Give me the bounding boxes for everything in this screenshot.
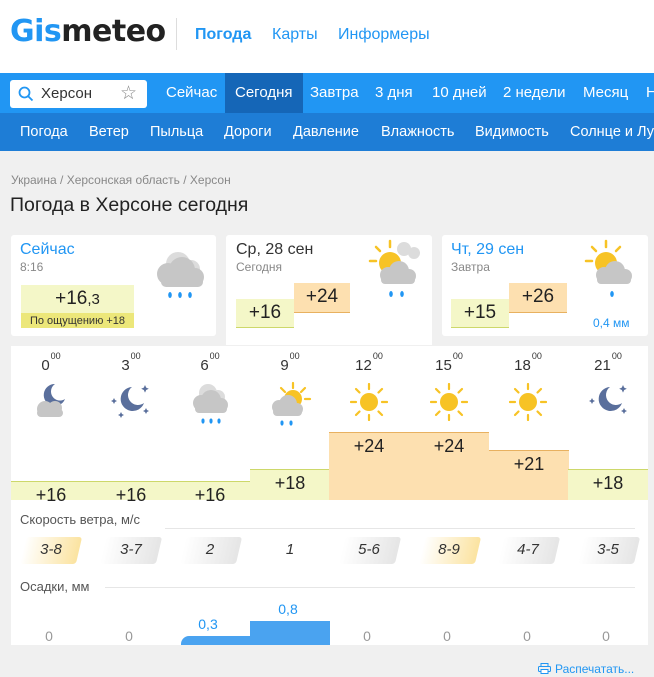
- breadcrumb[interactable]: Украина / Херсонская область / Херсон: [11, 173, 231, 187]
- today-max-temp: +24: [305, 286, 339, 307]
- now-card[interactable]: Сейчас 8:16 +16,3 По ощущению +18: [11, 235, 216, 336]
- tomorrow-subtitle: Завтра: [451, 260, 490, 274]
- tomorrow-min-temp: +15: [463, 302, 497, 323]
- sun-icon: [430, 383, 468, 421]
- tab-roads[interactable]: Дороги: [224, 113, 272, 151]
- temperature-value: +24: [433, 436, 465, 456]
- tab-10-days[interactable]: 10 дней: [422, 73, 497, 113]
- tomorrow-precip: 0,4 мм: [593, 316, 630, 330]
- wind-value: 8-9: [438, 541, 460, 558]
- tomorrow-max-temp: +26: [521, 286, 555, 307]
- tab-weather[interactable]: Погода: [20, 113, 68, 151]
- moon-stars-icon: [111, 385, 149, 418]
- hour-label: 1200: [355, 351, 383, 374]
- temperature-value: +16: [194, 485, 226, 505]
- tab-visibility[interactable]: Видимость: [475, 113, 549, 151]
- moon-stars-icon: [589, 385, 627, 414]
- today-title: Ср, 28 сен: [236, 241, 314, 258]
- precipitation-value: 0: [45, 628, 53, 644]
- precip-divider: [105, 587, 635, 588]
- sun-cloud-rain-icon: [368, 239, 420, 297]
- sun-icon: [509, 383, 547, 421]
- favorite-star-icon[interactable]: ☆: [120, 82, 137, 105]
- wind-speed-label: Скорость ветра, м/с: [20, 512, 140, 527]
- nav-informers-link[interactable]: Информеры: [338, 26, 430, 44]
- wind-value: 2: [205, 541, 215, 558]
- wind-value: 3-8: [40, 541, 62, 558]
- sun-cloud-rain-icon: [272, 381, 312, 426]
- wind-divider: [165, 528, 635, 529]
- hour-label: 1800: [514, 351, 542, 374]
- wind-value: 1: [285, 541, 295, 558]
- tab-sun-moon[interactable]: Солнце и Лу: [570, 113, 654, 151]
- precipitation-bar: [181, 636, 250, 645]
- tab-humidity[interactable]: Влажность: [381, 113, 454, 151]
- hour-label: 600: [200, 351, 220, 374]
- nav-maps-link[interactable]: Карты: [272, 26, 318, 44]
- hour-label: 300: [121, 351, 141, 374]
- temperature-value: +18: [592, 473, 624, 493]
- search-input[interactable]: Херсон: [41, 85, 92, 102]
- site-header: Gismeteo Погода Карты Информеры: [0, 0, 654, 73]
- wind-value: 5-6: [358, 541, 380, 558]
- today-min-temp: +16: [248, 302, 282, 323]
- moon-cloud-icon: [37, 383, 65, 417]
- tab-today[interactable]: Сегодня: [225, 73, 303, 113]
- tab-2-weeks[interactable]: 2 недели: [493, 73, 576, 113]
- wind-value: 3-7: [120, 541, 142, 558]
- rain-cloud-icon: [157, 252, 204, 298]
- precipitation-value: 0: [363, 628, 371, 644]
- tab-pressure[interactable]: Давление: [293, 113, 359, 151]
- tab-more[interactable]: Н: [636, 73, 654, 113]
- tab-pollen[interactable]: Пыльца: [150, 113, 203, 151]
- now-title: Сейчас: [20, 241, 75, 258]
- city-search[interactable]: Херсон ☆: [10, 80, 147, 108]
- precipitation-value: 0: [443, 628, 451, 644]
- precipitation-label: Осадки, мм: [20, 579, 90, 594]
- tomorrow-title: Чт, 29 сен: [451, 241, 525, 258]
- hour-label: 1500: [435, 351, 463, 374]
- header-divider: [176, 18, 177, 50]
- nav-weather-link[interactable]: Погода: [195, 26, 251, 44]
- now-time: 8:16: [20, 260, 44, 274]
- temperature-value: +16: [115, 485, 147, 505]
- page-title: Погода в Херсоне сегодня: [10, 194, 249, 216]
- today-card[interactable]: Ср, 28 сен Сегодня +24 +16: [226, 235, 432, 345]
- temperature-value: +18: [274, 473, 306, 493]
- tab-3-days[interactable]: 3 дня: [365, 73, 423, 113]
- today-subtitle: Сегодня: [236, 260, 282, 274]
- tomorrow-card[interactable]: Чт, 29 сен Завтра +26 +15 0,4 мм: [442, 235, 648, 336]
- sun-cloud-rain-icon: [584, 239, 632, 297]
- printer-icon: [538, 663, 551, 674]
- precipitation-value: 0: [523, 628, 531, 644]
- wind-value: 3-5: [597, 541, 619, 558]
- gismeteo-logo[interactable]: Gismeteo: [10, 14, 166, 49]
- rain-cloud-icon: [193, 384, 228, 424]
- precipitation-bar: [250, 621, 330, 645]
- now-temperature: +16,3: [55, 288, 100, 309]
- print-link[interactable]: Распечатать...: [538, 662, 634, 676]
- temperature-value: +16: [35, 485, 67, 505]
- precipitation-value: 0: [125, 628, 133, 644]
- tab-month[interactable]: Месяц: [573, 73, 638, 113]
- tab-wind[interactable]: Ветер: [89, 113, 129, 151]
- tab-now[interactable]: Сейчас: [156, 73, 227, 113]
- hour-label: 2100: [594, 351, 622, 374]
- wind-value: 4-7: [517, 541, 539, 558]
- sun-icon: [350, 383, 388, 421]
- tab-tomorrow[interactable]: Завтра: [300, 73, 369, 113]
- hour-label: 900: [280, 351, 300, 374]
- hour-label: 000: [41, 351, 61, 374]
- precipitation-value: 0,3: [198, 616, 218, 632]
- search-icon: [18, 86, 34, 102]
- temperature-value: +21: [513, 454, 545, 474]
- feels-like-text: По ощущению +18: [29, 315, 126, 327]
- precipitation-value: 0,8: [278, 601, 298, 617]
- temperature-value: +24: [353, 436, 385, 456]
- precipitation-value: 0: [602, 628, 610, 644]
